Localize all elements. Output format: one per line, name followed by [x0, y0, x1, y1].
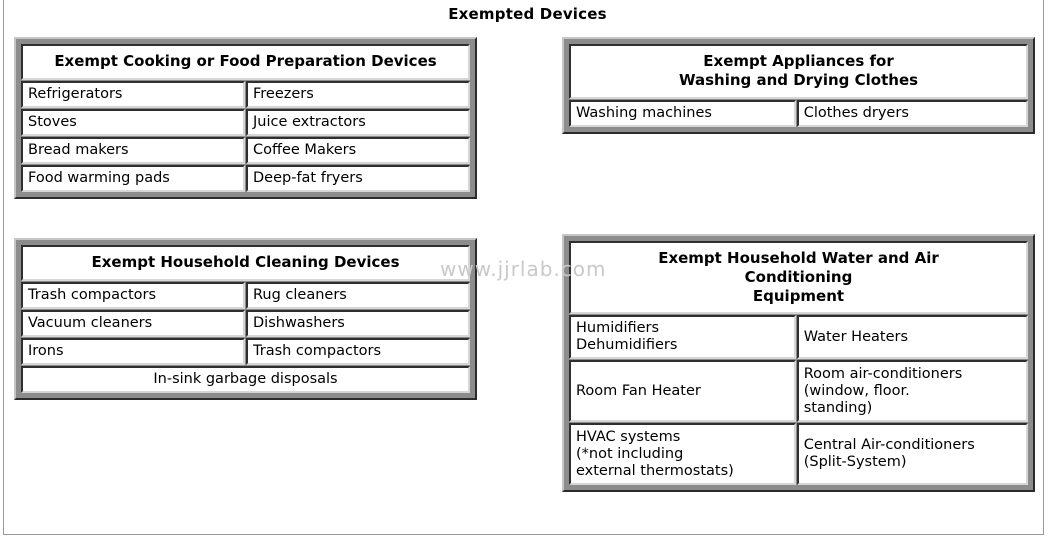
table-row: HVAC systems (*not including external ther… — [569, 423, 1028, 486]
table-row: Irons Trash compactors — [21, 337, 470, 366]
cell-vacuum-cleaners: Vacuum cleaners — [21, 309, 245, 337]
cell-deep-fat-fryers: Deep-fat fryers — [246, 165, 470, 193]
table-row: Room Fan Heater Room air-conditioners (wi… — [569, 360, 1028, 423]
table-header-row: Exempt Cooking or Food Preparation Devic… — [21, 44, 470, 80]
table-row: Vacuum cleaners Dishwashers — [21, 309, 470, 337]
table-row: Humidifiers Dehumidifiers Water Heaters — [569, 315, 1028, 360]
cell-bread-makers: Bread makers — [21, 136, 245, 165]
cell-room-fan-heater: Room Fan Heater — [569, 360, 796, 423]
table-title-washing-line2: Washing and Drying Clothes — [678, 70, 919, 89]
table-exempt-washing-appliances: Exempt Appliances for Washing and Drying… — [562, 37, 1035, 134]
cell-stoves: Stoves — [21, 108, 245, 136]
table-header-row: Exempt Appliances for Washing and Drying… — [569, 44, 1028, 99]
cell-in-sink-garbage-disposals: In-sink garbage disposals — [21, 366, 470, 394]
table-row: Food warming pads Deep-fat fryers — [21, 165, 470, 193]
table-row: Stoves Juice extractors — [21, 108, 470, 136]
table-header-row: Exempt Household Water and Air Condition… — [569, 241, 1028, 315]
table: Exempt Appliances for Washing and Drying… — [568, 43, 1029, 128]
table-title-washing-line1: Exempt Appliances for — [703, 52, 894, 70]
table-exempt-cooking-devices: Exempt Cooking or Food Preparation Devic… — [14, 37, 477, 200]
table-title-cleaning: Exempt Household Cleaning Devices — [21, 245, 470, 281]
cell-room-air-conditioners: Room air-conditioners (window, floor. stan… — [796, 360, 1028, 423]
page-title: Exempted Devices — [448, 5, 607, 23]
cell-trash-compactors-2: Trash compactors — [246, 337, 470, 366]
cell-irons: Irons — [21, 337, 245, 366]
table-title-hvac-line1: Exempt Household Water and Air — [658, 249, 939, 267]
table-row: Washing machines Clothes dryers — [569, 99, 1028, 127]
cell-food-warming-pads: Food warming pads — [21, 165, 245, 193]
table-header-row: Exempt Household Cleaning Devices — [21, 245, 470, 281]
cell-central-air-conditioners: Central Air-conditioners (Split-System) — [796, 423, 1028, 486]
table: Exempt Household Water and Air Condition… — [568, 240, 1029, 487]
cell-clothes-dryers: Clothes dryers — [796, 99, 1028, 127]
table-title-hvac-line2: Conditioning — [744, 267, 853, 286]
table-title-washing: Exempt Appliances for Washing and Drying… — [569, 44, 1028, 99]
table-exempt-hvac-equipment: Exempt Household Water and Air Condition… — [562, 234, 1035, 493]
cell-trash-compactors: Trash compactors — [21, 281, 245, 309]
cell-water-heaters: Water Heaters — [796, 315, 1028, 360]
table-title-cooking: Exempt Cooking or Food Preparation Devic… — [21, 44, 470, 80]
cell-hvac-systems: HVAC systems (*not including external ther… — [569, 423, 796, 486]
table-row: Trash compactors Rug cleaners — [21, 281, 470, 309]
cell-juice-extractors: Juice extractors — [246, 108, 470, 136]
table-exempt-cleaning-devices: Exempt Household Cleaning Devices Trash … — [14, 238, 477, 401]
cell-coffee-makers: Coffee Makers — [246, 136, 470, 165]
cell-dishwashers: Dishwashers — [246, 309, 470, 337]
cell-rug-cleaners: Rug cleaners — [246, 281, 470, 309]
table-title-hvac-line3: Equipment — [752, 286, 845, 305]
cell-refrigerators: Refrigerators — [21, 80, 245, 108]
cell-washing-machines: Washing machines — [569, 99, 796, 127]
table-row: In-sink garbage disposals — [21, 366, 470, 394]
table-row: Refrigerators Freezers — [21, 80, 470, 108]
cell-humidifiers-dehumidifiers: Humidifiers Dehumidifiers — [569, 315, 796, 360]
table: Exempt Household Cleaning Devices Trash … — [20, 244, 471, 395]
table: Exempt Cooking or Food Preparation Devic… — [20, 43, 471, 194]
table-row: Bread makers Coffee Makers — [21, 136, 470, 165]
table-title-hvac: Exempt Household Water and Air Condition… — [569, 241, 1028, 315]
cell-freezers: Freezers — [246, 80, 470, 108]
